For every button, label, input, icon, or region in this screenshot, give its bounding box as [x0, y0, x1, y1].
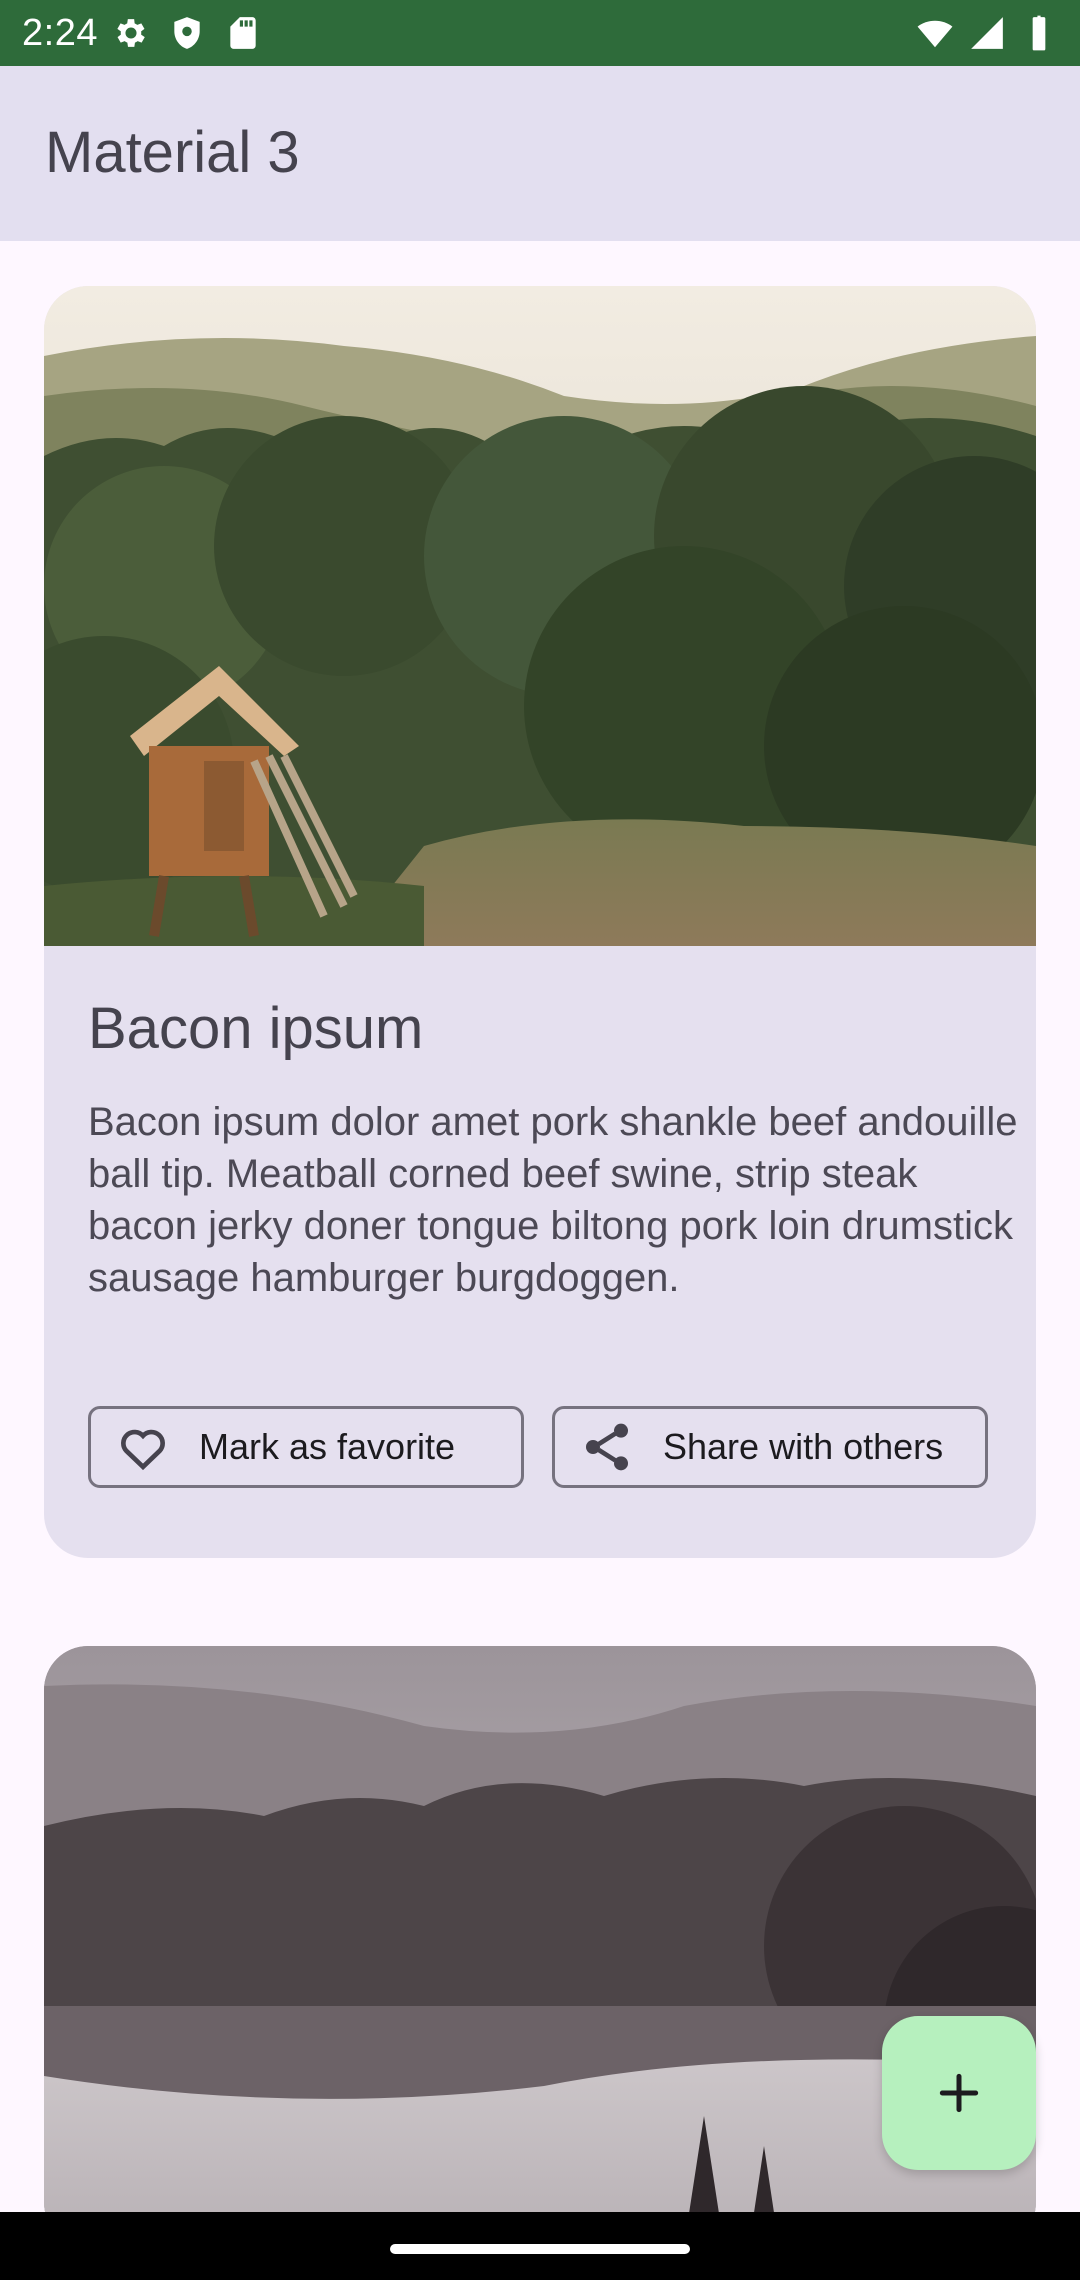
status-left-icons [112, 14, 262, 52]
signal-icon [971, 17, 1003, 49]
mark-as-favorite-label: Mark as favorite [199, 1426, 456, 1467]
top-app-bar: Material 3 [0, 66, 1080, 241]
heart-outline-icon [121, 1429, 165, 1471]
plus-icon [939, 2073, 979, 2113]
share-with-others-button[interactable]: Share with others [552, 1406, 988, 1488]
home-gesture-handle[interactable] [390, 2244, 690, 2254]
app-title: Material 3 [45, 120, 300, 185]
sd-card-icon [230, 17, 256, 49]
card-title: Bacon ipsum [88, 996, 424, 1061]
card[interactable]: Bacon ipsum Bacon ipsum dolor amet pork … [44, 286, 1036, 1558]
wifi-icon [917, 20, 953, 48]
share-with-others-label: Share with others [663, 1426, 944, 1467]
battery-icon [1032, 15, 1046, 51]
mark-as-favorite-button[interactable]: Mark as favorite [88, 1406, 524, 1488]
misty-lake-forest-photo [44, 1646, 1036, 2246]
card-body: Bacon ipsum dolor amet pork shankle beef… [88, 1100, 1018, 1300]
status-time: 2:24 [22, 12, 98, 54]
status-bar: 2:24 [0, 0, 1080, 66]
shield-icon [174, 17, 200, 49]
card[interactable] [44, 1646, 1036, 2246]
share-icon [586, 1423, 628, 1471]
navigation-bar [0, 2212, 1080, 2280]
status-right-icons [916, 14, 1058, 52]
add-fab[interactable] [882, 2016, 1036, 2170]
forest-cabin-photo [44, 286, 1036, 946]
gear-icon [117, 19, 145, 47]
